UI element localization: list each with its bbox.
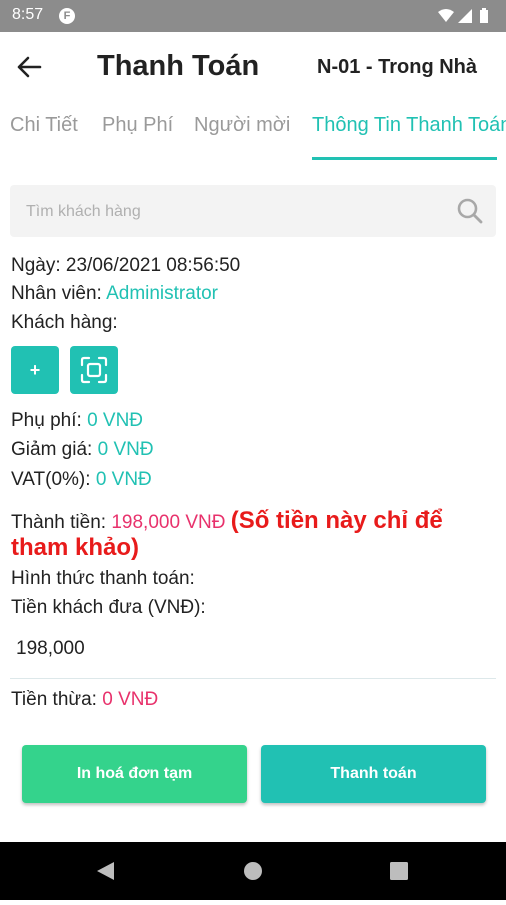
- tab-surcharge[interactable]: Phụ Phí: [102, 114, 173, 137]
- scan-icon: [80, 356, 108, 384]
- date-label: Ngày:: [11, 255, 61, 276]
- surcharge-value: 0 VNĐ: [87, 410, 144, 431]
- nav-back-icon[interactable]: [97, 862, 114, 880]
- tab-payment-info[interactable]: Thông Tin Thanh Toán: [312, 114, 506, 137]
- change-row: Tiền thừa: 0 VNĐ: [11, 689, 158, 711]
- customer-search-input[interactable]: [24, 185, 448, 239]
- total-note: (Số tiền này chỉ để: [230, 507, 443, 534]
- status-time: 8:57: [12, 6, 44, 23]
- date-value: 23/06/2021 08:56:50: [65, 255, 241, 276]
- total-value: 198,000 VNĐ: [111, 512, 226, 533]
- discount-row: Giảm giá: 0 VNĐ: [11, 439, 154, 461]
- tab-details[interactable]: Chi Tiết: [10, 114, 78, 137]
- status-bar: 8:57 F: [0, 0, 506, 32]
- android-nav-bar: [0, 842, 506, 900]
- pay-button[interactable]: Thanh toán: [261, 745, 486, 803]
- discount-label: Giảm giá:: [11, 439, 93, 460]
- search-icon[interactable]: [456, 197, 484, 225]
- vat-value: 0 VNĐ: [95, 469, 152, 490]
- total-row: Thành tiền: 198,000 VNĐ (Số tiền này chỉ…: [11, 507, 443, 535]
- total-note-continued: tham khảo): [11, 534, 140, 561]
- vat-row: VAT(0%): 0 VNĐ: [11, 469, 152, 491]
- scan-customer-button[interactable]: [70, 346, 118, 394]
- change-label: Tiền thừa:: [11, 689, 97, 710]
- payment-method-label: Hình thức thanh toán:: [11, 568, 195, 589]
- wifi-icon: [438, 9, 454, 22]
- change-value: 0 VNĐ: [102, 689, 159, 710]
- app-header: Thanh Toán N-01 - Trong Nhà: [0, 32, 506, 102]
- divider: [10, 678, 496, 679]
- cash-given-label: Tiền khách đưa (VNĐ):: [11, 597, 206, 618]
- table-name: N-01 - Trong Nhà: [317, 56, 478, 78]
- cash-given-input[interactable]: 198,000: [16, 638, 85, 660]
- active-tab-indicator: [312, 157, 497, 160]
- print-temp-invoice-button[interactable]: In hoá đơn tạm: [22, 745, 247, 803]
- page-title: Thanh Toán: [97, 50, 260, 82]
- vat-label: VAT(0%):: [11, 469, 91, 490]
- discount-value: 0 VNĐ: [97, 439, 154, 460]
- back-arrow-icon[interactable]: [12, 50, 46, 84]
- customer-label: Khách hàng:: [11, 312, 118, 333]
- signal-icon: [458, 9, 472, 23]
- battery-icon: [480, 8, 488, 23]
- add-customer-button[interactable]: +: [11, 346, 59, 394]
- tab-bar: Chi Tiết Phụ Phí Người mời Thông Tin Tha…: [0, 102, 506, 162]
- surcharge-row: Phụ phí: 0 VNĐ: [11, 410, 143, 432]
- staff-label: Nhân viên:: [11, 283, 102, 304]
- staff-value: Administrator: [106, 283, 218, 304]
- surcharge-label: Phụ phí:: [11, 410, 82, 431]
- date-row: Ngày: 23/06/2021 08:56:50: [11, 255, 240, 277]
- total-label: Thành tiền:: [11, 512, 107, 533]
- nav-home-icon[interactable]: [244, 862, 262, 880]
- staff-row: Nhân viên: Administrator: [11, 283, 218, 305]
- customer-search: [10, 185, 496, 239]
- nav-recents-icon[interactable]: [390, 862, 408, 880]
- tab-inviter[interactable]: Người mời: [194, 114, 290, 137]
- status-icons: [436, 7, 496, 25]
- app-notification-icon: F: [59, 8, 75, 24]
- plus-icon: +: [29, 360, 41, 380]
